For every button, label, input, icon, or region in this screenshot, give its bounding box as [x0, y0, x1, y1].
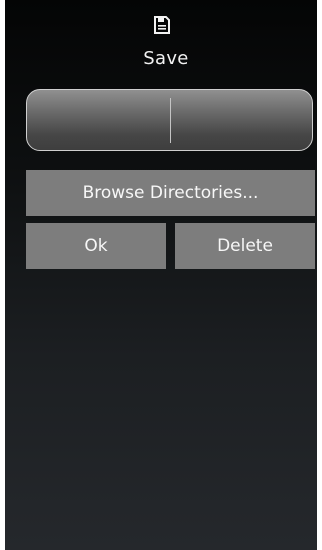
browse-directories-button[interactable]: Browse Directories... — [26, 170, 315, 216]
delete-button[interactable]: Delete — [175, 223, 315, 269]
filename-input[interactable] — [26, 89, 313, 151]
ok-button[interactable]: Ok — [26, 223, 166, 269]
floppy-disk-icon — [154, 16, 170, 34]
text-cursor — [170, 98, 171, 143]
dialog-title: Save — [143, 48, 189, 69]
save-dialog: Save Browse Directories... Ok Delete — [5, 0, 317, 550]
